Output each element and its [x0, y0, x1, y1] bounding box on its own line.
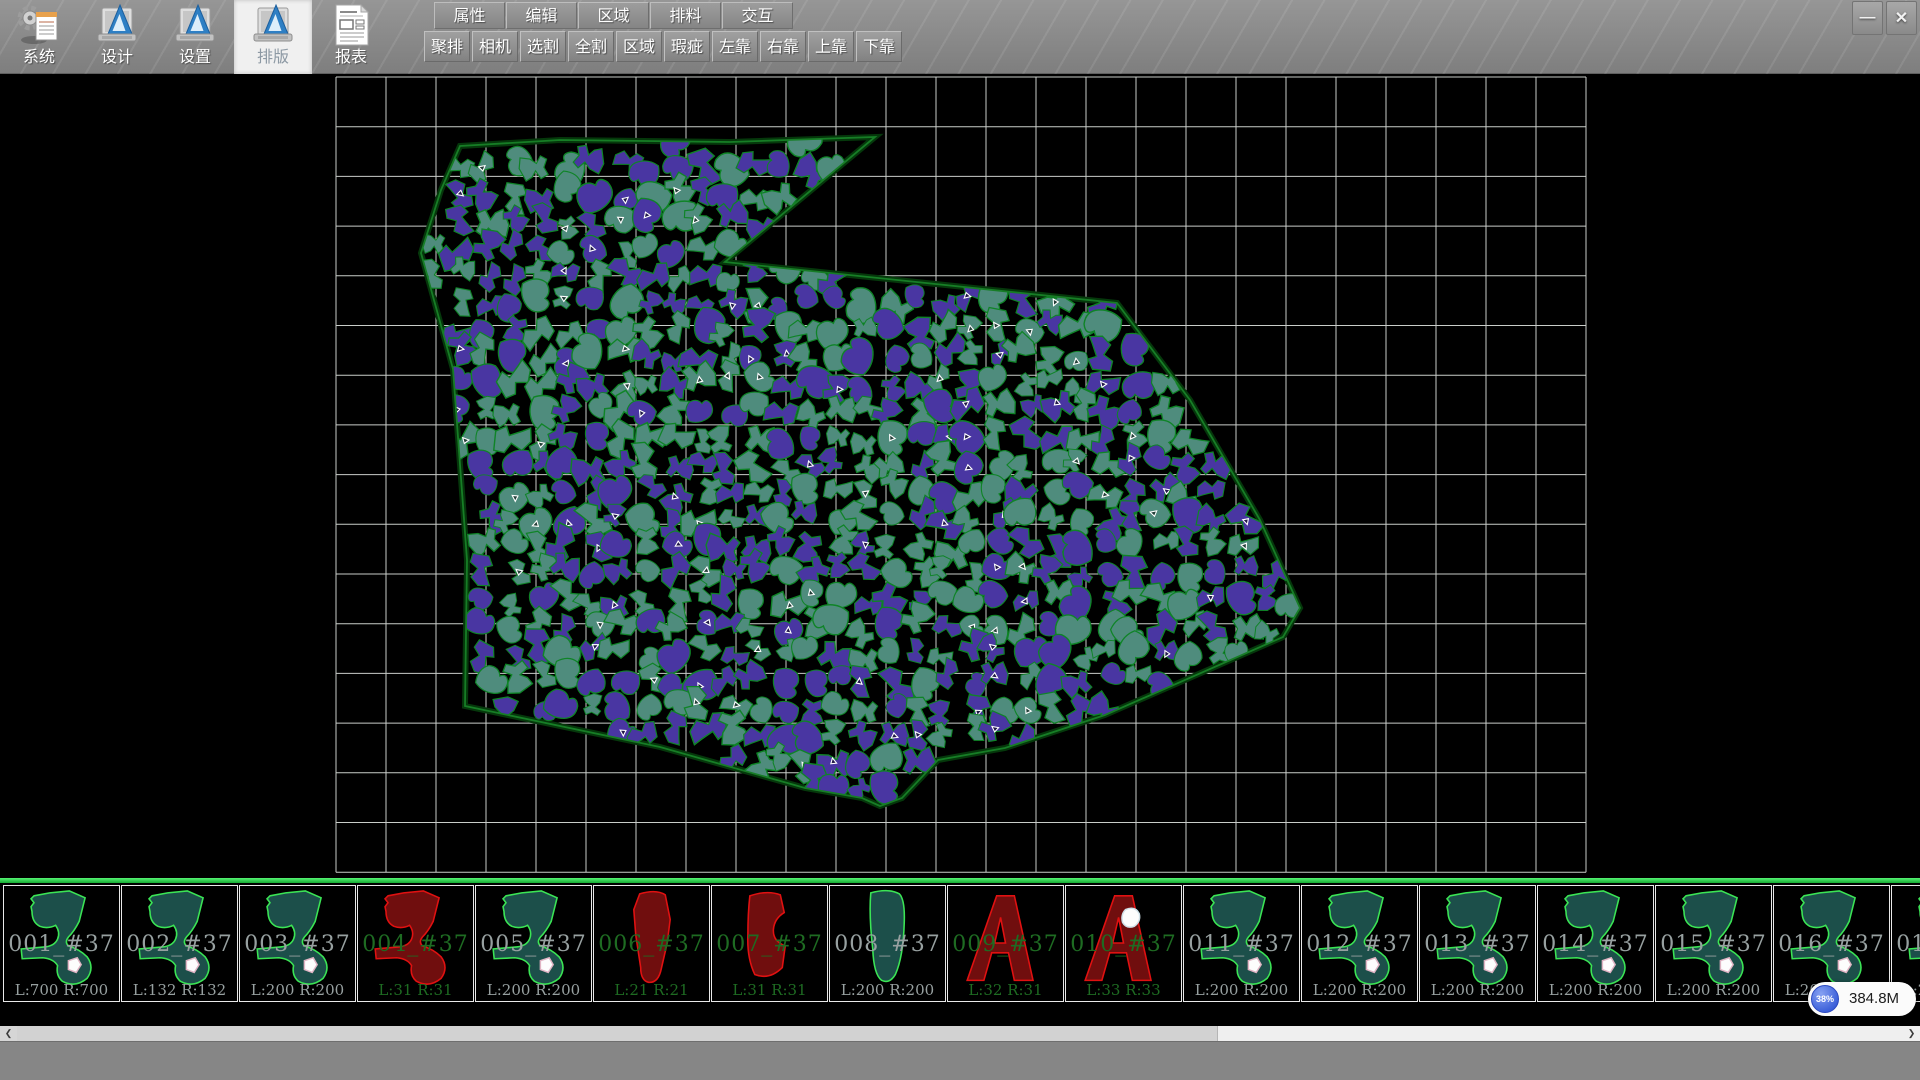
- tool-button-defect[interactable]: 瑕疵: [664, 31, 710, 62]
- laptop-ruler-icon: [172, 2, 218, 48]
- part-thumbnail-list: 001_#37L:700 R:700002_#37L:132 R:132003_…: [3, 885, 1920, 1003]
- part-counts-label: L:200 R:200: [830, 981, 945, 999]
- nav-item-label: 设置: [179, 48, 211, 68]
- menu-tab-nest[interactable]: 排料: [650, 2, 721, 29]
- menu-tab-edit[interactable]: 编辑: [506, 2, 577, 29]
- part-counts-label: L:32 R:31: [948, 981, 1063, 999]
- window-controls: — ✕: [1852, 1, 1917, 35]
- part-cell-8[interactable]: 008_#37 L:200 R:200: [829, 885, 946, 1002]
- part-id-label: 011_#37: [1184, 932, 1299, 957]
- part-cell-5[interactable]: 005_#37 L:200 R:200: [475, 885, 592, 1002]
- part-id-label: 002_#37: [122, 932, 237, 957]
- nav-item-label: 报表: [335, 48, 367, 68]
- parts-strip: 001_#37L:700 R:700002_#37L:132 R:132003_…: [0, 878, 1920, 1026]
- tool-button-cut-all[interactable]: 全割: [568, 31, 614, 62]
- nesting-canvas[interactable]: [0, 74, 1920, 878]
- nav-item-label: 排版: [257, 48, 289, 68]
- laptop-ruler-icon: [94, 2, 140, 48]
- part-id-label: 009_#37: [948, 932, 1063, 957]
- part-id-label: 004_#37: [358, 932, 473, 957]
- app-window: 系统设计设置排版报表 属性编辑区域排料交互 聚排相机选割全割区域瑕疵左靠右靠上靠…: [0, 0, 1920, 1080]
- nav-item-settings[interactable]: 设置: [156, 0, 234, 74]
- part-id-label: 014_#37: [1538, 932, 1653, 957]
- tool-button-select-cut[interactable]: 选割: [520, 31, 566, 62]
- part-counts-label: L:200 R:200: [1302, 981, 1417, 999]
- progress-circle: 38%: [1811, 985, 1839, 1013]
- nav-icon-bar: 系统 设计 设置 排版 报表: [0, 0, 390, 74]
- part-counts-label: L:200 R:200: [1184, 981, 1299, 999]
- part-id-label: 015_#37: [1656, 932, 1771, 957]
- part-cell-11[interactable]: 011_#37 L:200 R:200: [1183, 885, 1300, 1002]
- tool-button-snap-left[interactable]: 左靠: [712, 31, 758, 62]
- scroll-right-button[interactable]: ❯: [1903, 1026, 1920, 1041]
- laptop-ruler-icon: [250, 2, 296, 48]
- nav-item-label: 系统: [23, 48, 55, 68]
- menu-tab-bar: 属性编辑区域排料交互: [434, 2, 793, 29]
- part-cell-13[interactable]: 013_#37 L:200 R:200: [1419, 885, 1536, 1002]
- nav-item-nesting[interactable]: 排版: [234, 0, 312, 74]
- part-id-label: 017_#37: [1892, 932, 1920, 957]
- report-icon: [328, 2, 374, 48]
- part-id-label: 016_#37: [1774, 932, 1889, 957]
- part-id-label: 007_#37: [712, 932, 827, 957]
- part-counts-label: L:200 R:200: [1656, 981, 1771, 999]
- part-counts-label: L:200 R:200: [476, 981, 591, 999]
- part-cell-10[interactable]: 010_#37 L:33 R:33: [1065, 885, 1182, 1002]
- menu-tab-region[interactable]: 区域: [578, 2, 649, 29]
- scroll-left-button[interactable]: ❮: [0, 1026, 17, 1041]
- close-button[interactable]: ✕: [1886, 1, 1917, 35]
- tool-button-bar: 聚排相机选割全割区域瑕疵左靠右靠上靠下靠: [424, 31, 902, 62]
- menu-tab-properties[interactable]: 属性: [434, 2, 505, 29]
- part-id-label: 006_#37: [594, 932, 709, 957]
- part-id-label: 005_#37: [476, 932, 591, 957]
- menu-tab-interact[interactable]: 交互: [722, 2, 793, 29]
- part-counts-label: L:33 R:33: [1066, 981, 1181, 999]
- titlebar: 系统设计设置排版报表 属性编辑区域排料交互 聚排相机选割全割区域瑕疵左靠右靠上靠…: [0, 0, 1920, 74]
- nav-item-label: 设计: [101, 48, 133, 68]
- nav-item-system[interactable]: 系统: [0, 0, 78, 74]
- part-id-label: 008_#37: [830, 932, 945, 957]
- part-cell-14[interactable]: 014_#37 L:200 R:200: [1537, 885, 1654, 1002]
- part-id-label: 010_#37: [1066, 932, 1181, 957]
- part-cell-1[interactable]: 001_#37 L:700 R:700: [3, 885, 120, 1002]
- part-cell-15[interactable]: 015_#37 L:200 R:200: [1655, 885, 1772, 1002]
- gear-document-icon: [16, 2, 62, 48]
- part-cell-7[interactable]: 007_#37 L:31 R:31: [711, 885, 828, 1002]
- scroll-thumb[interactable]: [17, 1026, 1218, 1041]
- progress-badge: 38% 384.8M: [1808, 982, 1916, 1016]
- nav-item-design[interactable]: 设计: [78, 0, 156, 74]
- part-counts-label: L:200 R:200: [1420, 981, 1535, 999]
- nav-item-report[interactable]: 报表: [312, 0, 390, 74]
- memory-text: 384.8M: [1849, 990, 1899, 1007]
- part-counts-label: L:700 R:700: [4, 981, 119, 999]
- part-counts-label: L:31 R:31: [358, 981, 473, 999]
- minimize-button[interactable]: —: [1852, 1, 1883, 35]
- part-counts-label: L:132 R:132: [122, 981, 237, 999]
- part-cell-2[interactable]: 002_#37 L:132 R:132: [121, 885, 238, 1002]
- part-cell-9[interactable]: 009_#37 L:32 R:31: [947, 885, 1064, 1002]
- part-counts-label: L:31 R:31: [712, 981, 827, 999]
- part-counts-label: L:200 R:200: [1538, 981, 1653, 999]
- strip-highlight-line: [0, 878, 1920, 883]
- part-id-label: 001_#37: [4, 932, 119, 957]
- tool-button-cluster-nest[interactable]: 聚排: [424, 31, 470, 62]
- tool-button-snap-bottom[interactable]: 下靠: [856, 31, 902, 62]
- tool-button-camera[interactable]: 相机: [472, 31, 518, 62]
- part-cell-4[interactable]: 004_#37 L:31 R:31: [357, 885, 474, 1002]
- part-id-label: 013_#37: [1420, 932, 1535, 957]
- tool-button-snap-top[interactable]: 上靠: [808, 31, 854, 62]
- part-id-label: 012_#37: [1302, 932, 1417, 957]
- tool-button-region[interactable]: 区域: [616, 31, 662, 62]
- part-id-label: 003_#37: [240, 932, 355, 957]
- status-bar: [0, 1041, 1920, 1080]
- horizontal-scrollbar[interactable]: ❮ ❯: [0, 1026, 1920, 1041]
- part-counts-label: L:200 R:200: [240, 981, 355, 999]
- part-cell-6[interactable]: 006_#37 L:21 R:21: [593, 885, 710, 1002]
- part-cell-3[interactable]: 003_#37 L:200 R:200: [239, 885, 356, 1002]
- part-counts-label: L:21 R:21: [594, 981, 709, 999]
- nested-pieces[interactable]: [417, 116, 1305, 807]
- part-cell-12[interactable]: 012_#37 L:200 R:200: [1301, 885, 1418, 1002]
- tool-button-snap-right[interactable]: 右靠: [760, 31, 806, 62]
